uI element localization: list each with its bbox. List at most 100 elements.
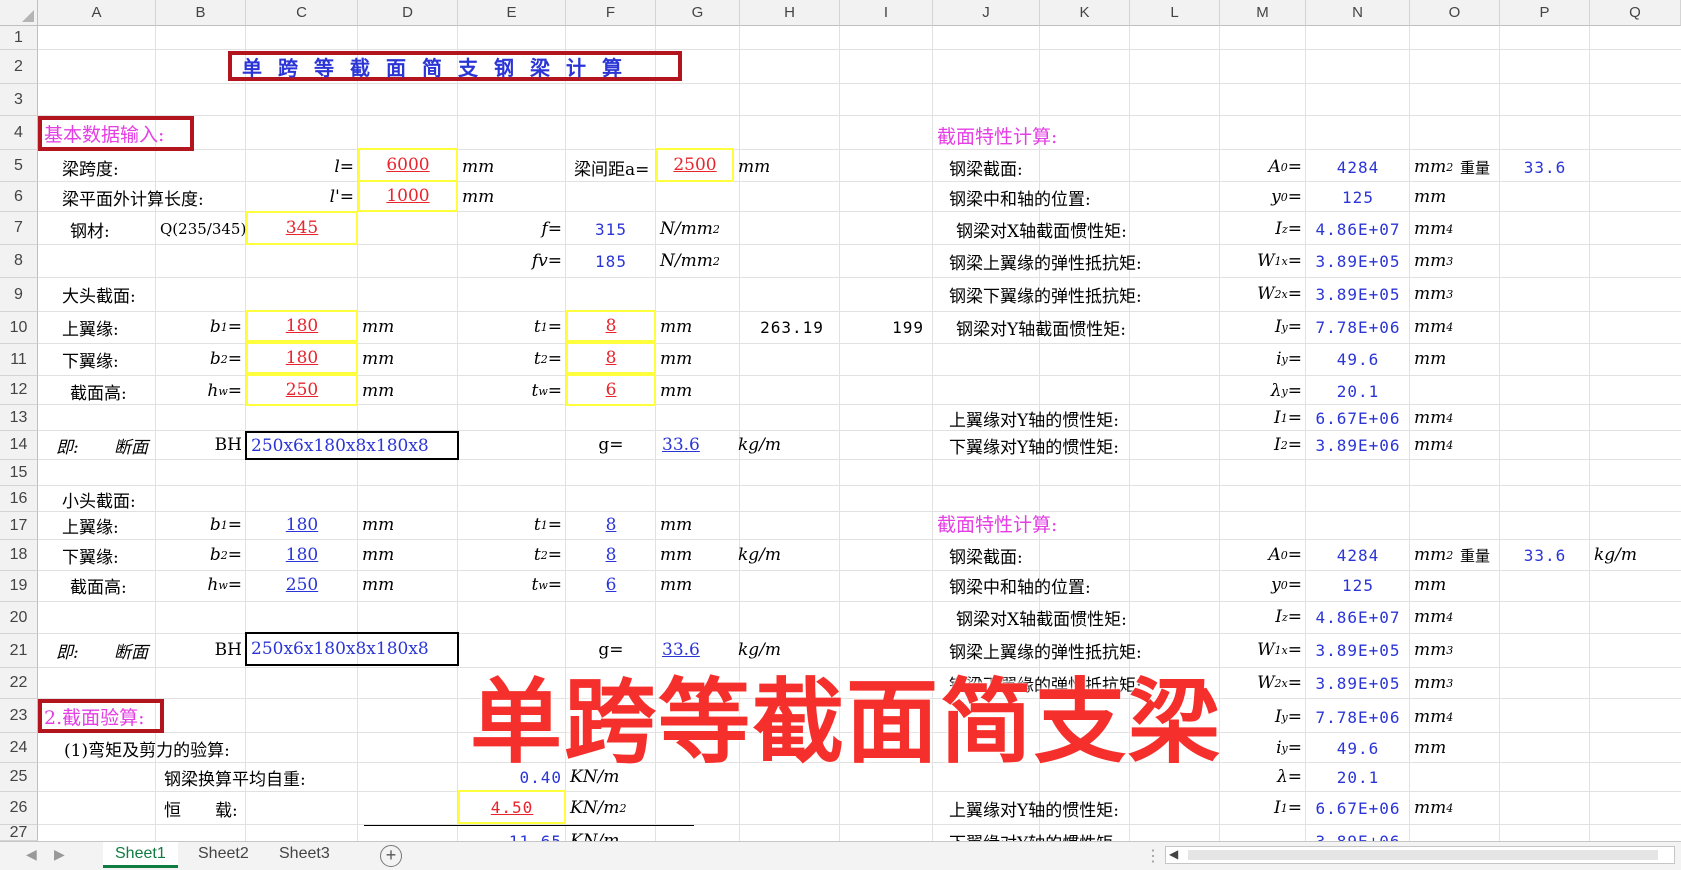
scroll-left-icon[interactable]: ◀: [1169, 847, 1178, 861]
tw-symbol[interactable]: t w =: [458, 376, 566, 406]
big-t1-unit[interactable]: mm: [656, 312, 716, 342]
fv-value[interactable]: 185: [566, 245, 656, 277]
small-area-value[interactable]: 4284: [1306, 540, 1410, 570]
w1-unit[interactable]: mm 3: [1410, 245, 1458, 277]
big-t1-input[interactable]: 8: [566, 310, 656, 342]
small-i1-unit[interactable]: mm 4: [1410, 792, 1458, 824]
small-i2-label[interactable]: 下翼缘对Y轴的惯性矩:: [945, 828, 1207, 842]
big-hw-input[interactable]: 250: [246, 374, 358, 406]
row-header[interactable]: 26: [0, 792, 38, 825]
column-header[interactable]: Q: [1590, 0, 1681, 26]
small-b1-value[interactable]: 180: [246, 512, 358, 538]
row-header[interactable]: 23: [0, 699, 38, 733]
section-height-label[interactable]: 截面高:: [66, 376, 166, 406]
h10-value[interactable]: 263.19: [740, 312, 844, 342]
row-header[interactable]: 20: [0, 602, 38, 634]
small-section-height-label[interactable]: 截面高:: [66, 571, 166, 599]
small-tw-unit[interactable]: mm: [656, 571, 716, 599]
top-flange-label[interactable]: 上翼缘:: [58, 312, 158, 342]
f-value[interactable]: 315: [566, 213, 656, 245]
dead-load-unit[interactable]: KN/m 2: [566, 792, 656, 824]
w2-unit[interactable]: mm 3: [1410, 278, 1458, 310]
y0-value[interactable]: 125: [1306, 182, 1410, 212]
ix-label[interactable]: 钢梁对X轴截面惯性矩:: [952, 213, 1212, 245]
area-unit[interactable]: mm 2: [1410, 152, 1458, 182]
row-header[interactable]: 10: [0, 312, 38, 344]
small-hw-unit[interactable]: mm: [358, 571, 438, 599]
row-header[interactable]: 22: [0, 668, 38, 699]
w2-label[interactable]: 钢梁下翼缘的弹性抵抗矩:: [945, 278, 1207, 310]
big-tw-input[interactable]: 6: [566, 374, 656, 406]
small-t1-value[interactable]: 8: [566, 512, 656, 538]
b2-symbol[interactable]: b 2 =: [156, 344, 246, 374]
t1-symbol[interactable]: t 1 =: [458, 312, 566, 342]
i2-symbol[interactable]: I 2 =: [1206, 431, 1306, 459]
small-bh-label[interactable]: BH: [156, 634, 246, 666]
row-header[interactable]: 4: [0, 116, 38, 150]
i1-symbol[interactable]: I 1 =: [1206, 405, 1306, 431]
ix-unit[interactable]: mm 4: [1410, 213, 1458, 245]
small-iy-unit[interactable]: mm 4: [1410, 702, 1458, 732]
row-header[interactable]: 7: [0, 212, 38, 245]
row-header[interactable]: 11: [0, 344, 38, 376]
small-t1-symbol[interactable]: t 1 =: [458, 512, 566, 538]
small-top-flange-label[interactable]: 上翼缘:: [58, 512, 158, 538]
y0-label[interactable]: 钢梁中和轴的位置:: [945, 182, 1205, 212]
y0-symbol[interactable]: y 0 =: [1206, 182, 1306, 212]
big-hw-unit[interactable]: mm: [358, 376, 438, 406]
small-w1-value[interactable]: 3.89E+05: [1306, 634, 1410, 666]
column-header[interactable]: B: [156, 0, 246, 26]
area-value[interactable]: 4284: [1306, 152, 1410, 182]
i10-value[interactable]: 199: [840, 312, 928, 342]
tab-sheet1[interactable]: Sheet1: [103, 842, 178, 868]
small-weight-value[interactable]: 33.6: [1500, 540, 1590, 570]
ji-label[interactable]: 即:: [52, 431, 112, 459]
small-ry-unit[interactable]: mm: [1410, 733, 1458, 763]
span-unit[interactable]: mm: [458, 152, 538, 182]
small-bottom-flange-label[interactable]: 下翼缘:: [58, 540, 158, 570]
span-symbol[interactable]: l=: [246, 152, 358, 182]
column-header[interactable]: A: [38, 0, 156, 26]
big-b2-input[interactable]: 180: [246, 342, 358, 374]
small-b2-unit[interactable]: mm: [358, 540, 438, 570]
column-header[interactable]: H: [740, 0, 840, 26]
weight-value[interactable]: 33.6: [1500, 152, 1590, 182]
column-header[interactable]: F: [566, 0, 656, 26]
w1-symbol[interactable]: W 1x =: [1206, 245, 1306, 277]
column-header[interactable]: K: [1040, 0, 1130, 26]
steel-grade-label[interactable]: Q(235/345): [156, 213, 248, 245]
column-header[interactable]: C: [246, 0, 358, 26]
small-ix-value[interactable]: 4.86E+07: [1306, 602, 1410, 632]
big-tw-unit[interactable]: mm: [656, 376, 716, 406]
row-header[interactable]: 1: [0, 26, 38, 50]
bh-label[interactable]: BH: [156, 431, 246, 459]
i2-value[interactable]: 3.89E+06: [1306, 431, 1410, 459]
small-ji-label[interactable]: 即:: [52, 634, 112, 666]
row27-unit[interactable]: KN/m: [566, 828, 656, 841]
t2-symbol[interactable]: t 2 =: [458, 344, 566, 374]
add-sheet-button[interactable]: +: [380, 845, 402, 867]
horizontal-scrollbar[interactable]: ◀: [1165, 846, 1675, 864]
area-label[interactable]: 钢梁截面:: [945, 152, 1205, 182]
out-length-input[interactable]: 1000: [358, 180, 458, 212]
small-t2-symbol[interactable]: t 2 =: [458, 540, 566, 570]
row-header[interactable]: 2: [0, 50, 38, 84]
row-header[interactable]: 24: [0, 733, 38, 763]
row-header[interactable]: 27: [0, 824, 38, 841]
small-i2-value[interactable]: 3.89E+06: [1306, 828, 1410, 842]
column-header[interactable]: G: [656, 0, 740, 26]
w2-value[interactable]: 3.89E+05: [1306, 278, 1410, 310]
row-header[interactable]: 19: [0, 571, 38, 602]
self-weight-label[interactable]: 钢梁换算平均自重:: [160, 763, 460, 791]
small-ix-symbol[interactable]: Iz =: [1206, 602, 1306, 632]
column-header[interactable]: P: [1500, 0, 1590, 26]
small-lambda-value[interactable]: 20.1: [1306, 763, 1410, 791]
row-header[interactable]: 14: [0, 431, 38, 460]
ry-symbol[interactable]: i y =: [1206, 344, 1306, 374]
i1-value[interactable]: 6.67E+06: [1306, 405, 1410, 431]
big-section-label[interactable]: 大头截面:: [58, 278, 238, 310]
big-b1-unit[interactable]: mm: [358, 312, 438, 342]
small-area-unit[interactable]: mm 2: [1410, 540, 1458, 570]
column-header[interactable]: L: [1130, 0, 1220, 26]
span-label[interactable]: 梁跨度:: [58, 152, 238, 182]
